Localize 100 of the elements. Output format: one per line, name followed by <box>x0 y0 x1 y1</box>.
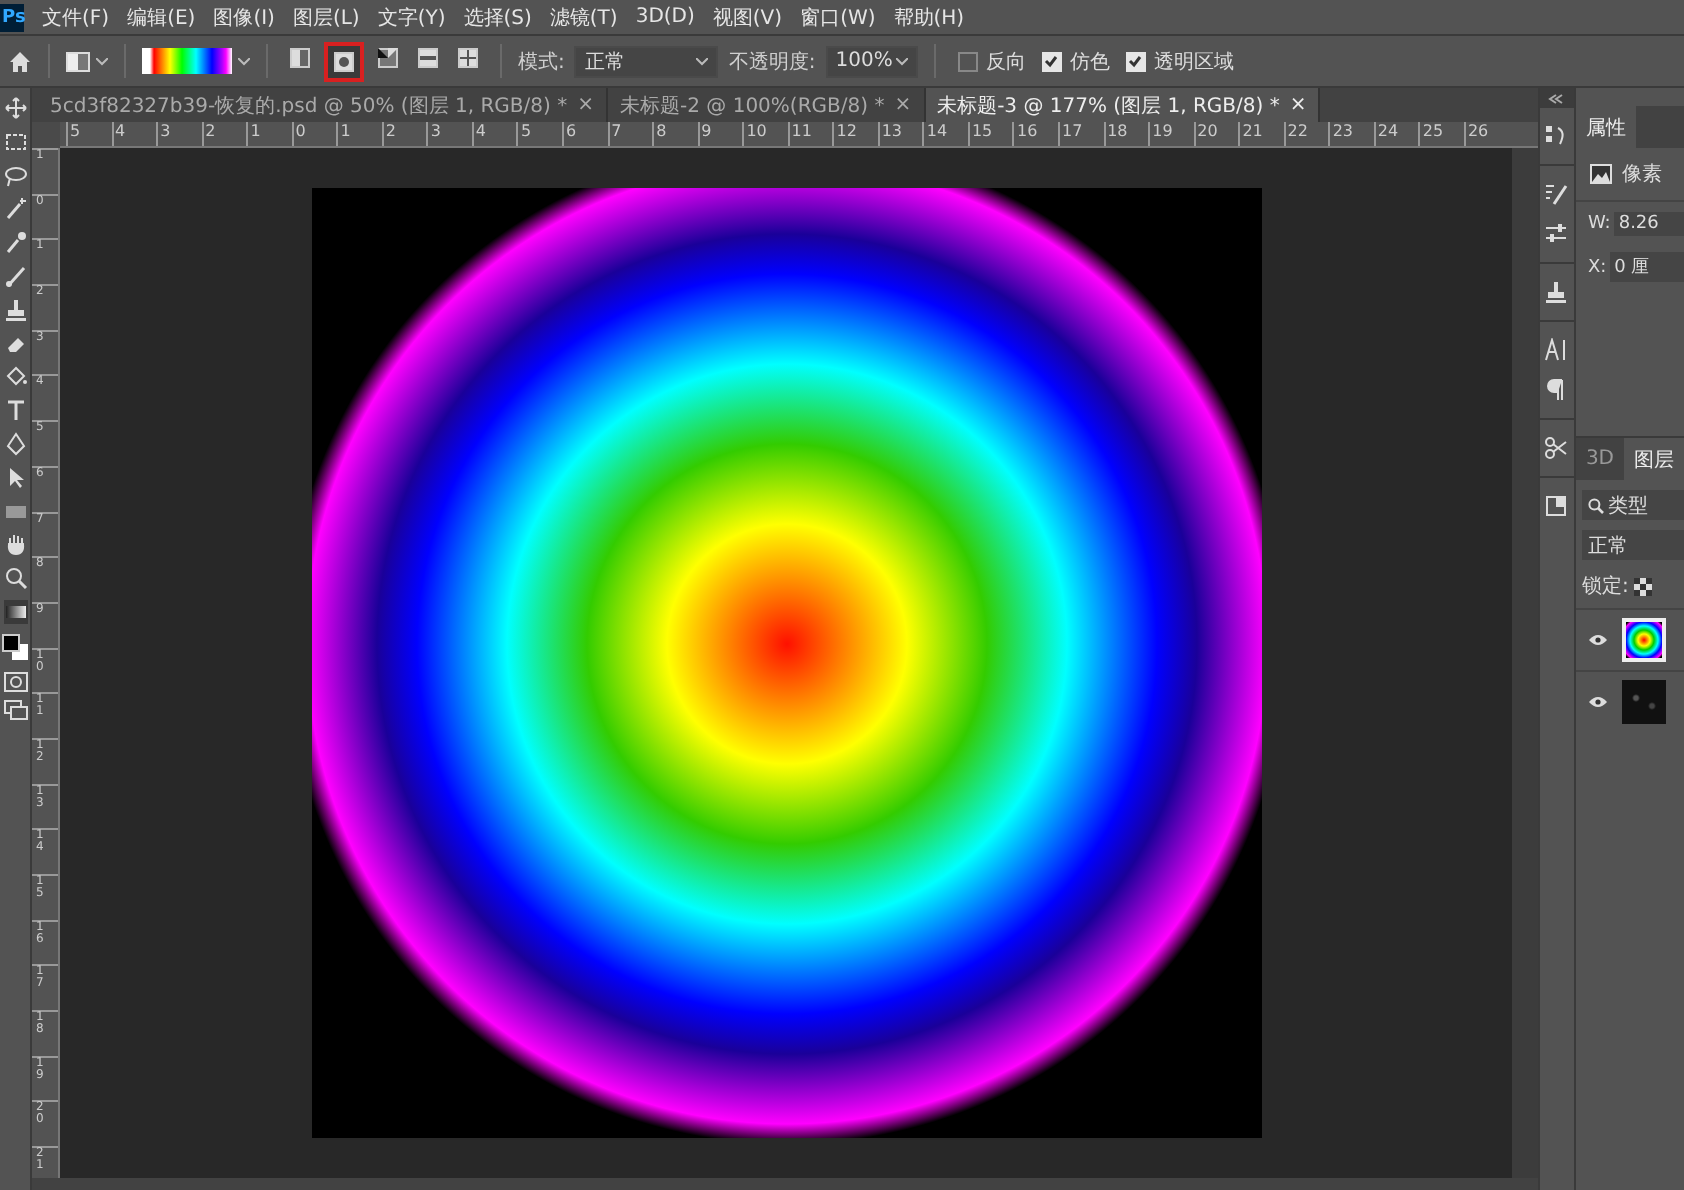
filter-field[interactable]: 类型 <box>1581 490 1684 520</box>
zoom-icon[interactable] <box>3 566 27 591</box>
ruler-label: 6 <box>564 122 577 142</box>
close-button[interactable]: × <box>894 94 912 116</box>
ruler-label: 23 <box>1330 122 1353 142</box>
ruler-label: 19 <box>1150 122 1173 142</box>
ruler-label: 4 <box>113 122 126 142</box>
eye-icon[interactable] <box>1587 634 1608 646</box>
radial-gradient-icon <box>334 51 354 71</box>
ruler-label: 14 <box>924 122 948 142</box>
caret-icon <box>696 57 709 65</box>
checkbox-label: 透明区域 <box>1153 49 1234 75</box>
caret-icon <box>238 57 250 65</box>
ruler-label: 3 <box>158 122 171 142</box>
hand-icon[interactable] <box>3 532 27 557</box>
scissors-icon[interactable] <box>1544 436 1569 460</box>
panel-tab[interactable]: 属性 <box>1575 106 1636 148</box>
lock-label: 锁定: <box>1581 573 1629 600</box>
layer-thumbnail[interactable] <box>1621 618 1666 662</box>
menu-item[interactable]: 滤镜(T) <box>549 3 618 31</box>
ruler-label: 5 <box>68 122 81 142</box>
history-icon[interactable] <box>1544 124 1569 148</box>
mode-label: 模式: <box>518 49 565 75</box>
field-label: W: <box>1587 214 1611 234</box>
value-field[interactable]: 8.26 <box>1614 212 1684 236</box>
ruler-label: 25 <box>1420 122 1444 142</box>
ruler-label: 24 <box>1375 122 1399 142</box>
checkbox-label: 仿色 <box>1069 49 1110 75</box>
menu-item[interactable]: 窗口(W) <box>800 3 876 31</box>
menu-item[interactable]: 文件(F) <box>42 3 110 31</box>
caret-icon <box>895 57 908 65</box>
scrollbar[interactable] <box>1512 148 1538 1178</box>
ruler-label: 0 <box>293 122 306 142</box>
opacity-field[interactable]: 100% <box>825 45 918 77</box>
notes-icon[interactable] <box>1544 494 1569 518</box>
move-icon[interactable] <box>3 96 27 120</box>
character-icon[interactable] <box>1544 338 1569 362</box>
ruler-label: 15 <box>969 122 993 142</box>
ruler-label: 10 <box>744 122 767 142</box>
sliders-icon[interactable] <box>1544 222 1569 246</box>
app-logo: Ps <box>0 3 24 31</box>
ruler-label: 13 <box>879 122 903 142</box>
menu-item[interactable]: 选择(S) <box>463 3 532 31</box>
panel-tab[interactable]: 图层 <box>1624 438 1684 480</box>
pen-icon[interactable] <box>3 431 27 456</box>
gradient-picker[interactable] <box>142 48 250 74</box>
radial-gradient-button[interactable] <box>324 41 364 81</box>
ruler-label: 5 <box>518 122 532 142</box>
angle-gradient-icon <box>378 47 398 67</box>
blend-mode-dropdown[interactable]: 正常 <box>1581 530 1684 560</box>
stamp-icon[interactable] <box>1544 280 1569 304</box>
checkerboard-icon[interactable] <box>1634 577 1653 595</box>
eye-icon[interactable] <box>1587 696 1608 708</box>
document-tab[interactable]: 未标题-3 @ 177% (图层 1, RGB/8) * × <box>925 88 1321 122</box>
panel-tab[interactable]: 3D <box>1575 438 1624 480</box>
ruler-label: 21 <box>1240 122 1263 142</box>
close-button[interactable]: × <box>1289 94 1307 116</box>
linear-gradient-icon <box>290 47 310 67</box>
layer-thumbnail[interactable] <box>1621 680 1666 724</box>
color-swatches-icon[interactable] <box>2 633 28 662</box>
image-icon <box>1589 164 1612 184</box>
screen-mode-icon[interactable] <box>3 700 27 721</box>
brush-settings-icon[interactable] <box>1544 182 1569 206</box>
collapse-icon[interactable] <box>1548 93 1565 103</box>
brush-icon[interactable] <box>3 263 27 288</box>
layer-type-label: 像素 <box>1621 161 1662 188</box>
menu-item[interactable]: 视图(V) <box>712 3 783 31</box>
field-label: X: <box>1587 257 1607 277</box>
reflected-gradient-icon <box>418 47 438 67</box>
tool-preset-picker[interactable] <box>66 51 108 71</box>
gradient-tool-icon <box>66 51 90 71</box>
wand-icon[interactable] <box>3 196 27 221</box>
text-icon[interactable] <box>3 398 27 423</box>
bucket-icon[interactable] <box>3 364 27 389</box>
menu-item[interactable]: 文字(Y) <box>377 3 446 31</box>
gradient-swatch <box>142 48 232 74</box>
marquee-icon[interactable] <box>3 129 27 154</box>
close-button[interactable]: × <box>577 94 594 116</box>
stamp-icon[interactable] <box>3 297 27 322</box>
paragraph-icon[interactable] <box>1544 378 1569 402</box>
quick-mask-icon[interactable] <box>3 671 27 692</box>
checkbox[interactable] <box>957 51 978 71</box>
eyedropper-icon[interactable] <box>3 230 27 255</box>
ruler-label: 26 <box>1465 122 1489 142</box>
menu-item[interactable]: 3D(D) <box>635 6 695 28</box>
menu-item[interactable]: 图像(I) <box>213 3 275 31</box>
lasso-icon[interactable] <box>3 163 27 188</box>
menu-item[interactable]: 编辑(E) <box>127 3 196 31</box>
ruler-label: 18 <box>1105 122 1128 142</box>
ruler-label: 17 <box>1060 122 1083 142</box>
ruler-label: 7 <box>609 122 622 142</box>
ruler-label: 1 <box>248 122 261 142</box>
menu-item[interactable]: 帮助(H) <box>893 3 965 31</box>
diamond-gradient-icon <box>458 47 478 67</box>
value-field[interactable]: 0 厘 <box>1610 252 1684 282</box>
home-icon[interactable] <box>8 49 32 73</box>
ruler-label: 2 <box>383 122 396 142</box>
ruler-label: 20 <box>1195 122 1218 142</box>
menu-item[interactable]: 图层(L) <box>292 3 360 31</box>
mode-dropdown[interactable]: 正常 <box>574 45 719 77</box>
